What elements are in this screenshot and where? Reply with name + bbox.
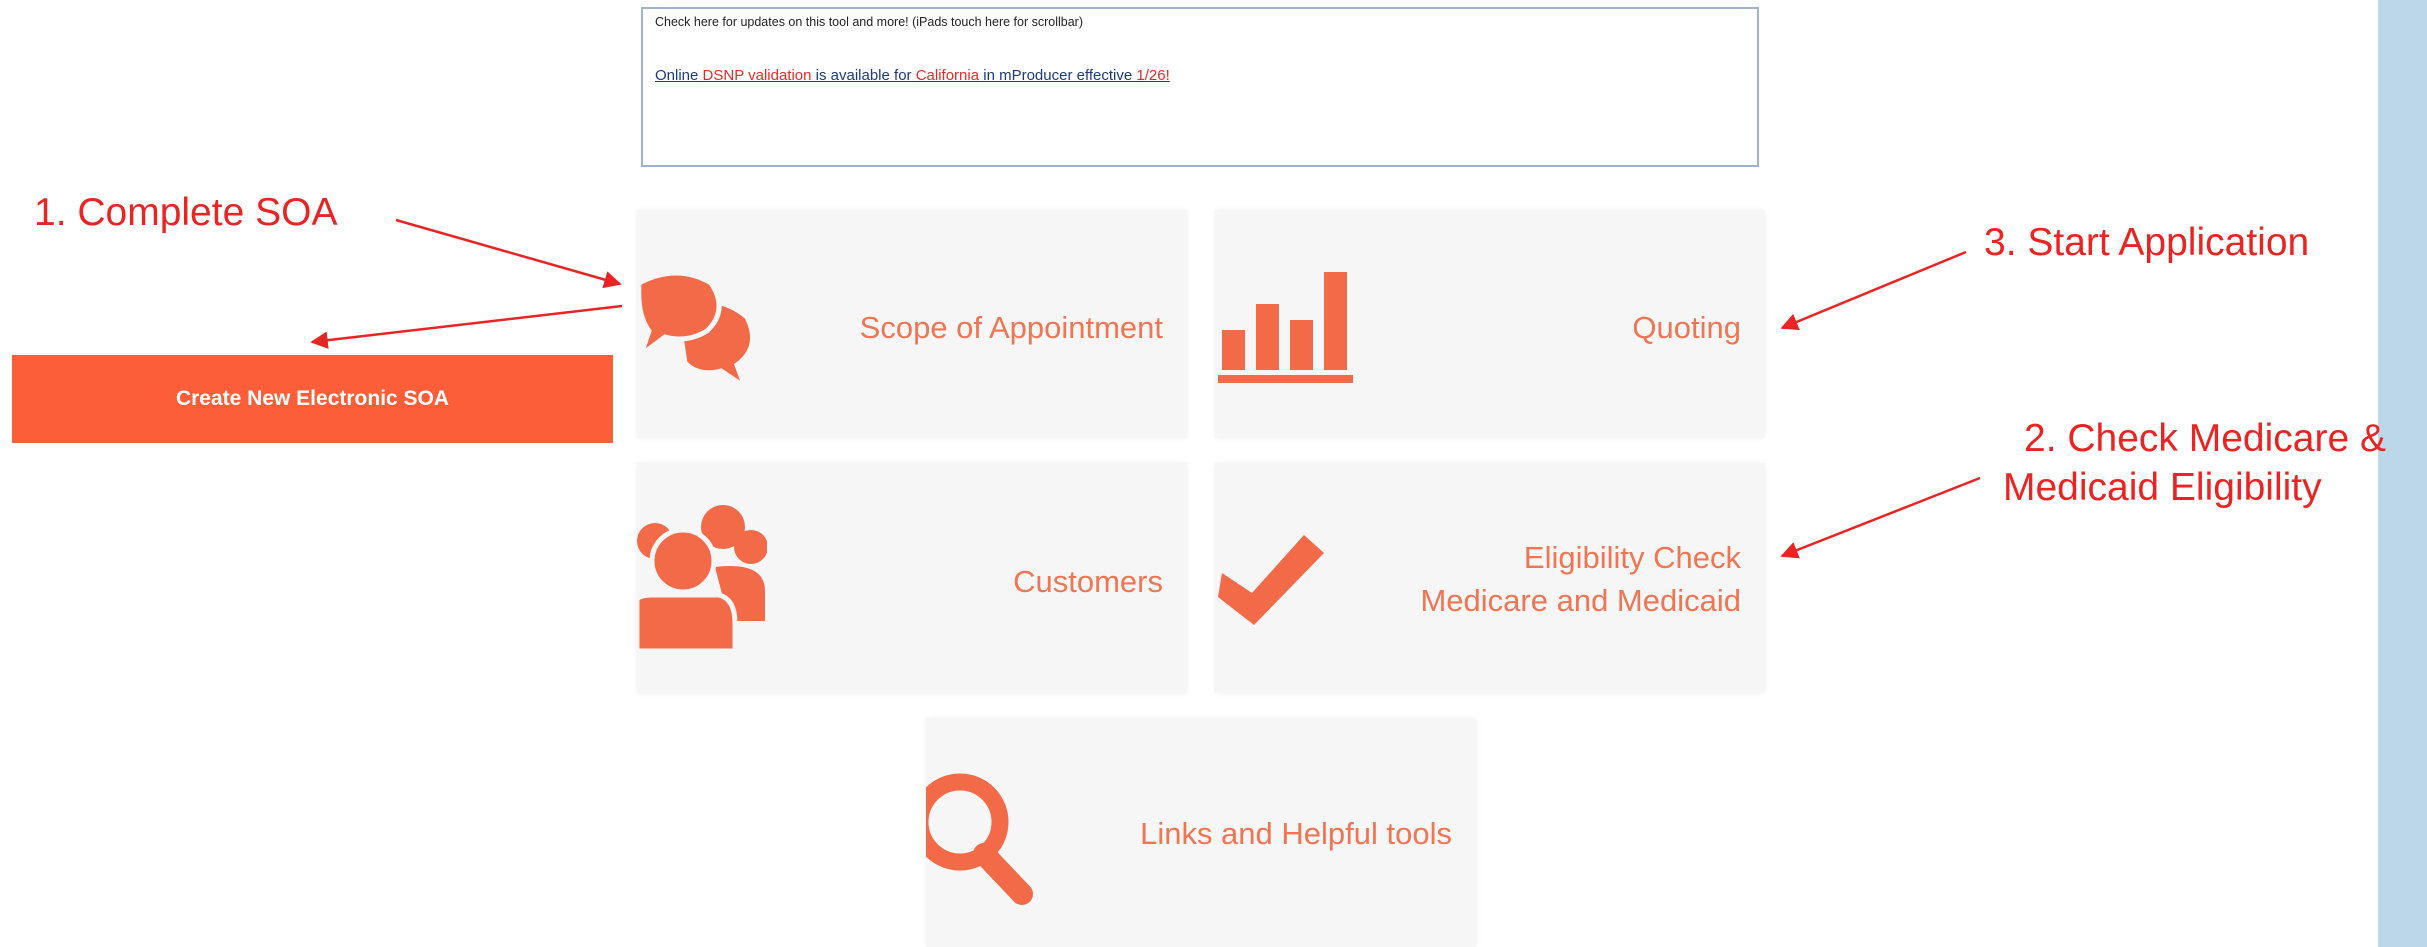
tile-label-customers: Customers: [1013, 564, 1163, 599]
tile-label-eligibility-line1: Eligibility Check: [1523, 540, 1741, 575]
tile-eligibility-check[interactable]: Eligibility Check Medicare and Medicaid: [1215, 463, 1765, 693]
notice-text: !: [1165, 67, 1170, 84]
search-magnifier-icon: [926, 773, 1033, 905]
tile-label-links: Links and Helpful tools: [1140, 816, 1452, 851]
notice-highlight: California: [915, 67, 980, 84]
tile-links-helpful-tools[interactable]: Links and Helpful tools: [926, 718, 1476, 947]
notice-text: in mProducer effective: [979, 67, 1137, 84]
tile-customers[interactable]: Customers: [637, 463, 1187, 693]
bar-chart-icon: [1218, 272, 1353, 383]
arrow-to-scope-tile: [395, 218, 622, 289]
annotation-step3: 3. Start Application: [1984, 221, 2310, 264]
create-new-electronic-soa-button[interactable]: Create New Electronic SOA: [12, 355, 613, 443]
annotation-step2-line1: 2. Check Medicare &: [2024, 417, 2386, 460]
updates-panel[interactable]: Check here for updates on this tool and …: [641, 7, 1759, 167]
tile-quoting[interactable]: Quoting: [1215, 210, 1765, 438]
side-panel-strip: [2378, 0, 2427, 947]
notice-highlight: DSNP validation: [702, 67, 812, 84]
tile-scope-of-appointment[interactable]: Scope of Appointment: [637, 210, 1187, 438]
notice-highlight: 1/26: [1136, 67, 1166, 84]
updates-header: Check here for updates on this tool and …: [655, 15, 1083, 29]
tile-label-eligibility-line2: Medicare and Medicaid: [1420, 583, 1741, 618]
arrow-to-quoting-tile: [1780, 250, 1967, 331]
notice-text: is available for: [811, 67, 916, 84]
annotation-step2-line2: Medicaid Eligibility: [2003, 466, 2322, 509]
tile-label-scope: Scope of Appointment: [859, 310, 1163, 345]
annotation-step1: 1. Complete SOA: [34, 191, 338, 234]
tile-label-quoting: Quoting: [1632, 310, 1741, 345]
users-group-icon: [637, 505, 767, 653]
notice-text: Online: [655, 67, 703, 84]
chat-bubbles-icon: [637, 270, 756, 394]
arrow-to-eligibility-tile: [1780, 476, 1981, 559]
dsnp-notice-link[interactable]: Online DSNP validation is available for …: [655, 67, 1170, 84]
arrow-to-create-button: [310, 304, 623, 349]
checkmark-icon: [1218, 535, 1324, 625]
